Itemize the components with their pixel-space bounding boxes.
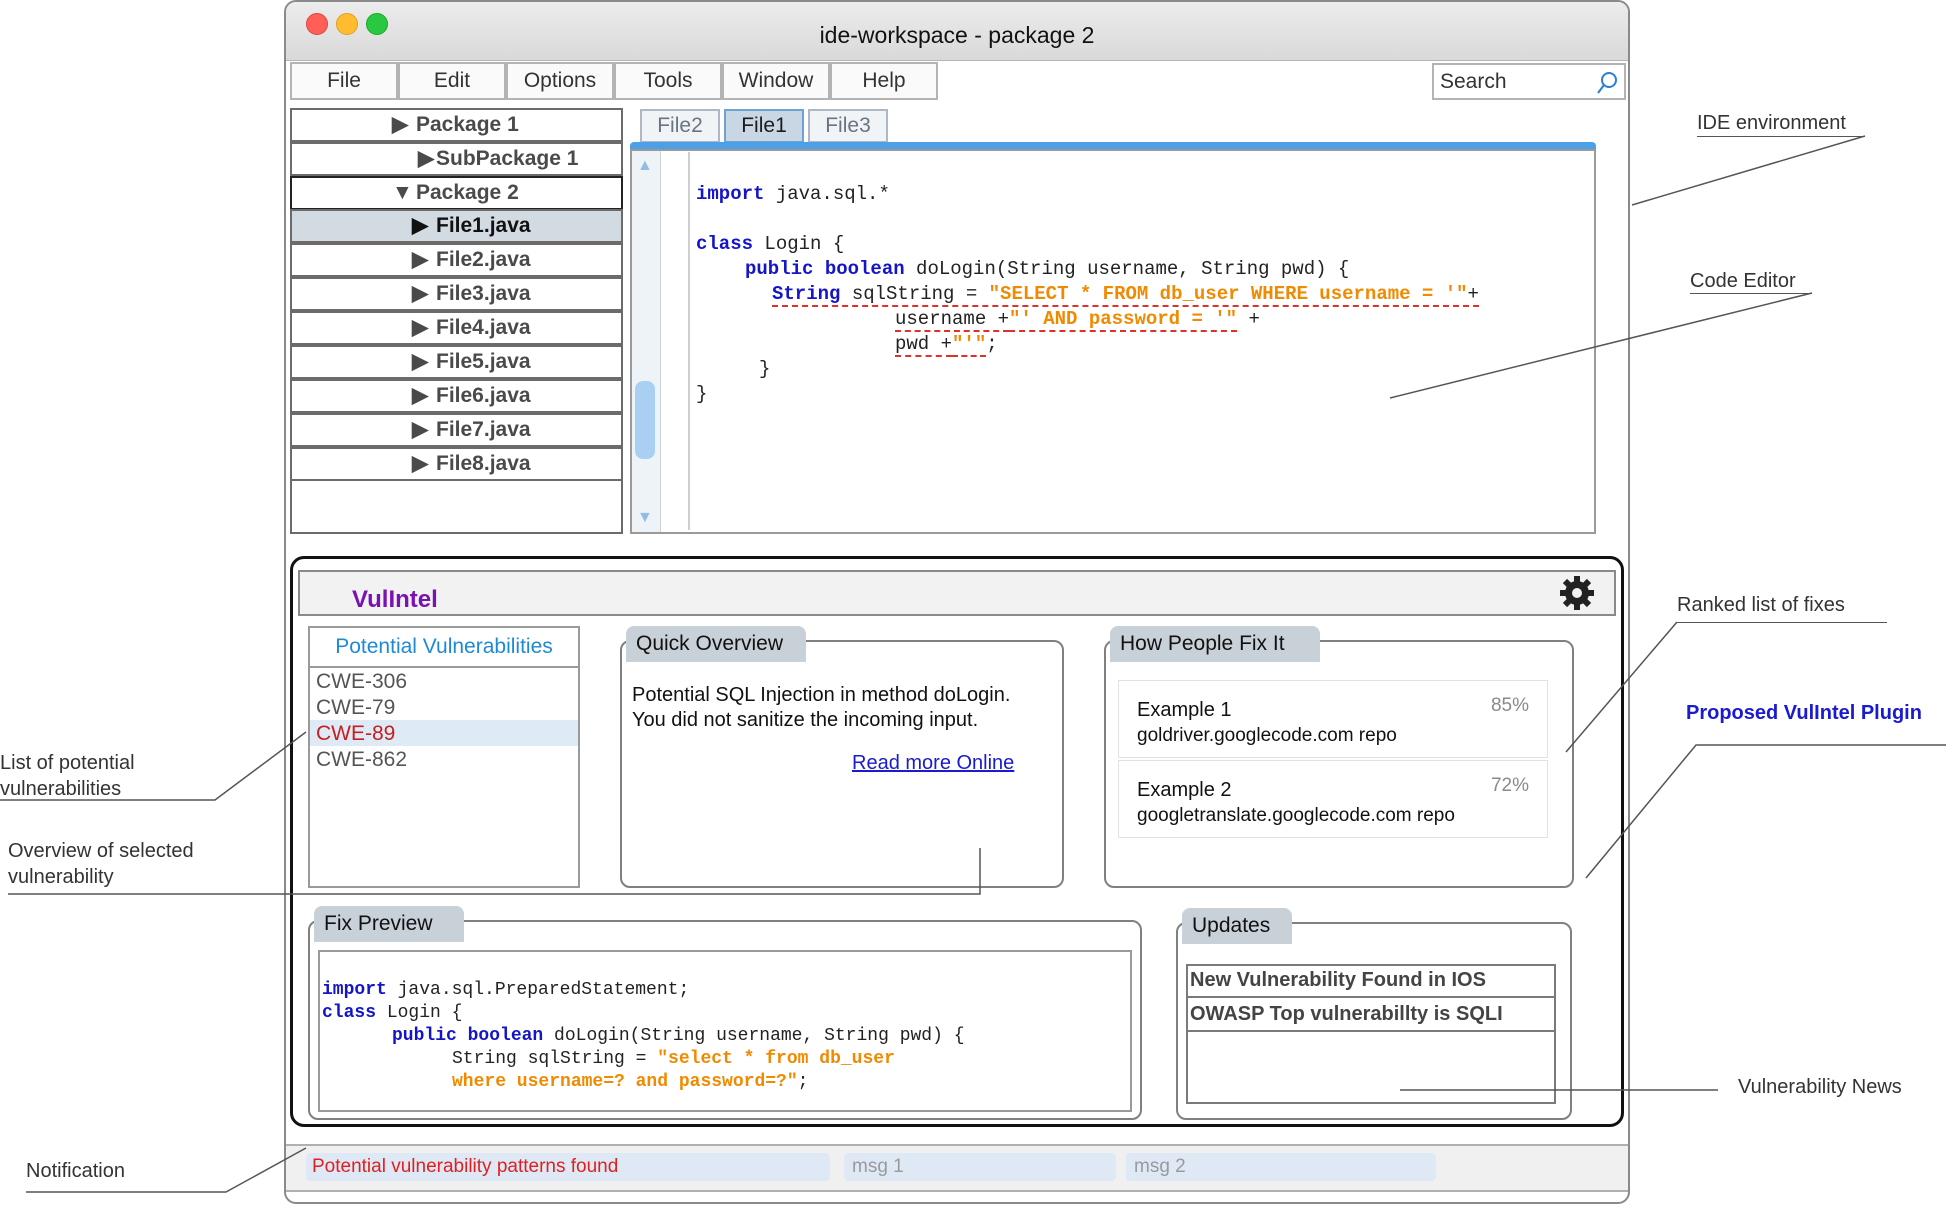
annotation-pointer-lines	[0, 135, 1946, 1193]
